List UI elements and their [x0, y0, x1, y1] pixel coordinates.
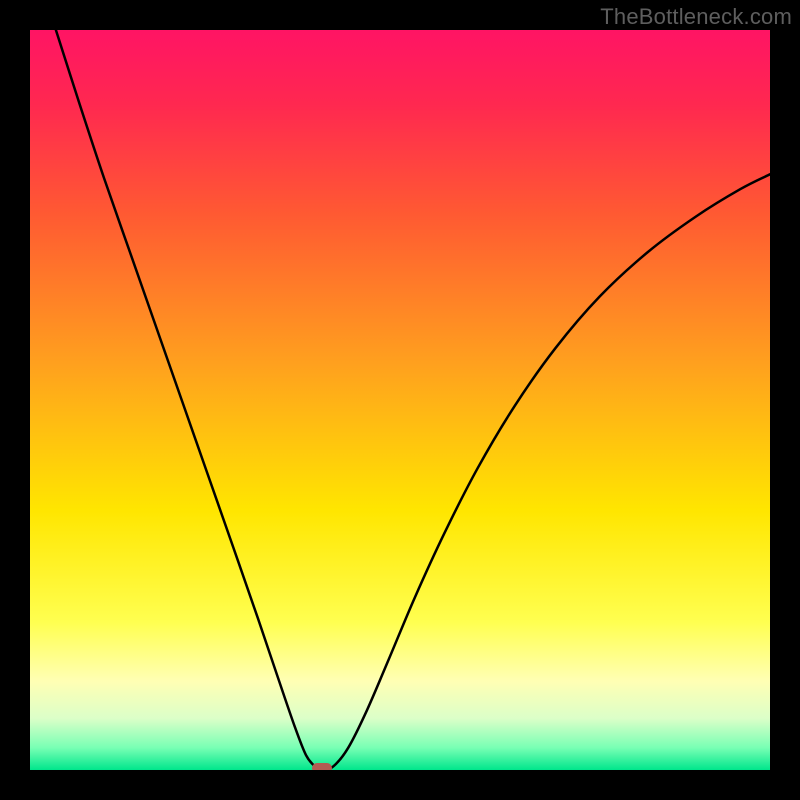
plot-area: [30, 30, 770, 770]
bottleneck-curve: [30, 30, 770, 770]
watermark-text: TheBottleneck.com: [600, 4, 792, 30]
optimum-marker: [312, 763, 332, 770]
chart-frame: TheBottleneck.com: [0, 0, 800, 800]
